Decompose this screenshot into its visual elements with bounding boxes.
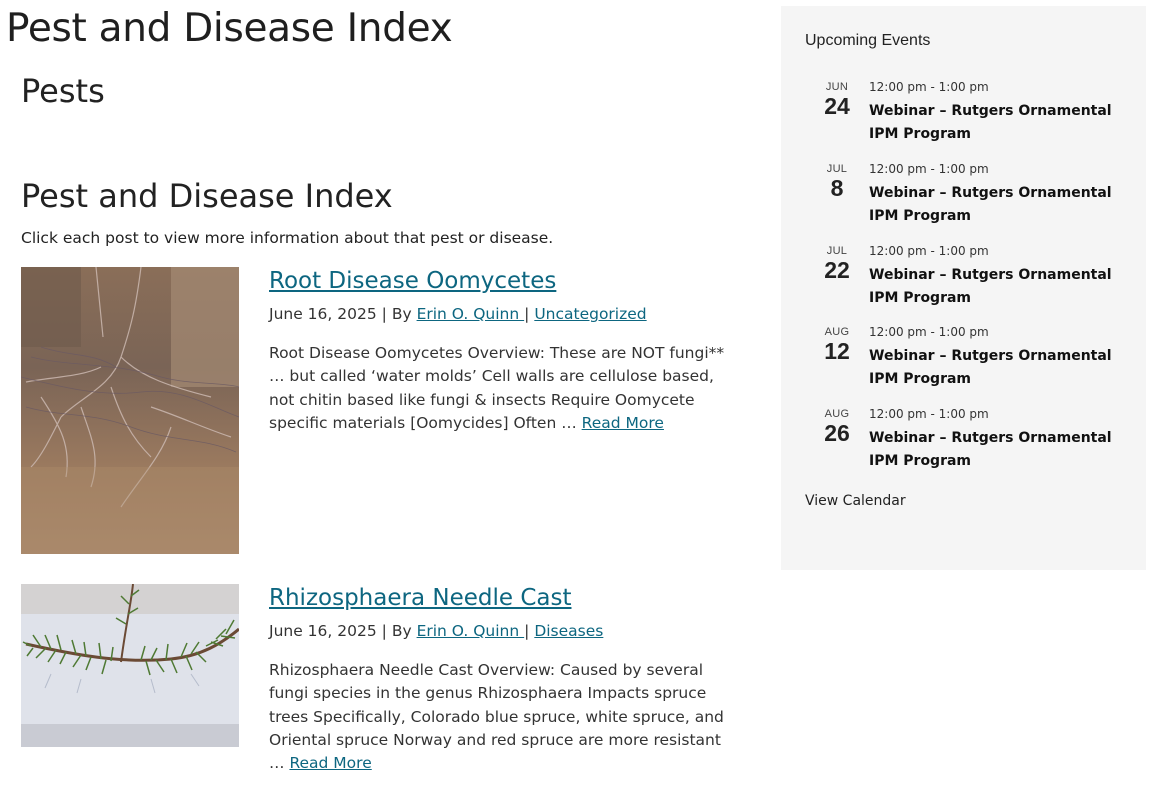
event-title-link[interactable]: Webinar – Rutgers Ornamental IPM Program [869, 427, 1129, 473]
event-item[interactable]: JUL 8 12:00 pm - 1:00 pm Webinar – Rutge… [805, 162, 1125, 232]
event-item[interactable]: AUG 12 12:00 pm - 1:00 pm Webinar – Rutg… [805, 325, 1125, 395]
meta-separator: | [524, 305, 530, 323]
event-info: 12:00 pm - 1:00 pm Webinar – Rutgers Orn… [869, 407, 1129, 473]
meta-separator: | [524, 622, 530, 640]
event-day: 26 [824, 420, 850, 446]
event-date: AUG 12 [805, 325, 869, 363]
spruce-branch-photo [21, 584, 239, 747]
event-item[interactable]: AUG 26 12:00 pm - 1:00 pm Webinar – Rutg… [805, 407, 1125, 477]
event-month: AUG [824, 326, 850, 338]
event-month: JUL [826, 163, 848, 175]
post-title-link[interactable]: Rhizosphaera Needle Cast [269, 584, 739, 612]
category-link[interactable]: Diseases [534, 622, 603, 640]
by-label: By [391, 305, 412, 323]
section-title: Pests [21, 72, 105, 110]
meta-separator: | [381, 305, 387, 323]
event-month: AUG [824, 408, 850, 420]
event-day: 12 [824, 338, 850, 364]
meta-separator: | [381, 622, 387, 640]
post-date: June 16, 2025 [269, 305, 377, 323]
event-info: 12:00 pm - 1:00 pm Webinar – Rutgers Orn… [869, 325, 1129, 391]
upcoming-events-sidebar: Upcoming Events JUN 24 12:00 pm - 1:00 p… [781, 6, 1146, 570]
index-intro: Click each post to view more information… [21, 229, 554, 247]
event-date: JUL 22 [805, 244, 869, 282]
page-title: Pest and Disease Index [6, 6, 453, 51]
by-label: By [391, 622, 412, 640]
event-time: 12:00 pm - 1:00 pm [869, 244, 989, 258]
event-title-link[interactable]: Webinar – Rutgers Ornamental IPM Program [869, 100, 1129, 146]
sidebar-title: Upcoming Events [805, 32, 931, 49]
view-calendar-link[interactable]: View Calendar [805, 493, 906, 509]
event-day: 8 [830, 175, 844, 201]
event-date: AUG 26 [805, 407, 869, 445]
index-title: Pest and Disease Index [21, 177, 393, 215]
event-month: JUN [825, 81, 849, 93]
event-day: 22 [824, 257, 850, 283]
event-title-link[interactable]: Webinar – Rutgers Ornamental IPM Program [869, 264, 1129, 310]
post-title-link[interactable]: Root Disease Oomycetes [269, 267, 739, 295]
event-month: JUL [826, 245, 848, 257]
post-excerpt: Root Disease Oomycetes Overview: These a… [269, 342, 739, 435]
post-meta: June 16, 2025 | By Erin O. Quinn | Disea… [269, 621, 739, 641]
post-date: June 16, 2025 [269, 622, 377, 640]
post-thumbnail-rhizosphaera[interactable] [21, 584, 239, 747]
soil-roots-photo [21, 267, 239, 554]
event-title-link[interactable]: Webinar – Rutgers Ornamental IPM Program [869, 182, 1129, 228]
event-info: 12:00 pm - 1:00 pm Webinar – Rutgers Orn… [869, 244, 1129, 310]
post-thumbnail-root-disease[interactable] [21, 267, 239, 554]
event-time: 12:00 pm - 1:00 pm [869, 407, 989, 421]
event-info: 12:00 pm - 1:00 pm Webinar – Rutgers Orn… [869, 80, 1129, 146]
category-link[interactable]: Uncategorized [534, 305, 646, 323]
event-date: JUL 8 [805, 162, 869, 200]
event-time: 12:00 pm - 1:00 pm [869, 162, 989, 176]
event-title-link[interactable]: Webinar – Rutgers Ornamental IPM Program [869, 345, 1129, 391]
event-time: 12:00 pm - 1:00 pm [869, 325, 989, 339]
read-more-link[interactable]: Read More [289, 754, 371, 772]
event-time: 12:00 pm - 1:00 pm [869, 80, 989, 94]
event-item[interactable]: JUN 24 12:00 pm - 1:00 pm Webinar – Rutg… [805, 80, 1125, 150]
post-meta: June 16, 2025 | By Erin O. Quinn | Uncat… [269, 304, 739, 324]
post-excerpt: Rhizosphaera Needle Cast Overview: Cause… [269, 659, 739, 775]
event-item[interactable]: JUL 22 12:00 pm - 1:00 pm Webinar – Rutg… [805, 244, 1125, 314]
author-link[interactable]: Erin O. Quinn [417, 305, 525, 323]
read-more-link[interactable]: Read More [582, 414, 664, 432]
event-day: 24 [824, 93, 850, 119]
author-link[interactable]: Erin O. Quinn [417, 622, 525, 640]
event-info: 12:00 pm - 1:00 pm Webinar – Rutgers Orn… [869, 162, 1129, 228]
event-date: JUN 24 [805, 80, 869, 118]
